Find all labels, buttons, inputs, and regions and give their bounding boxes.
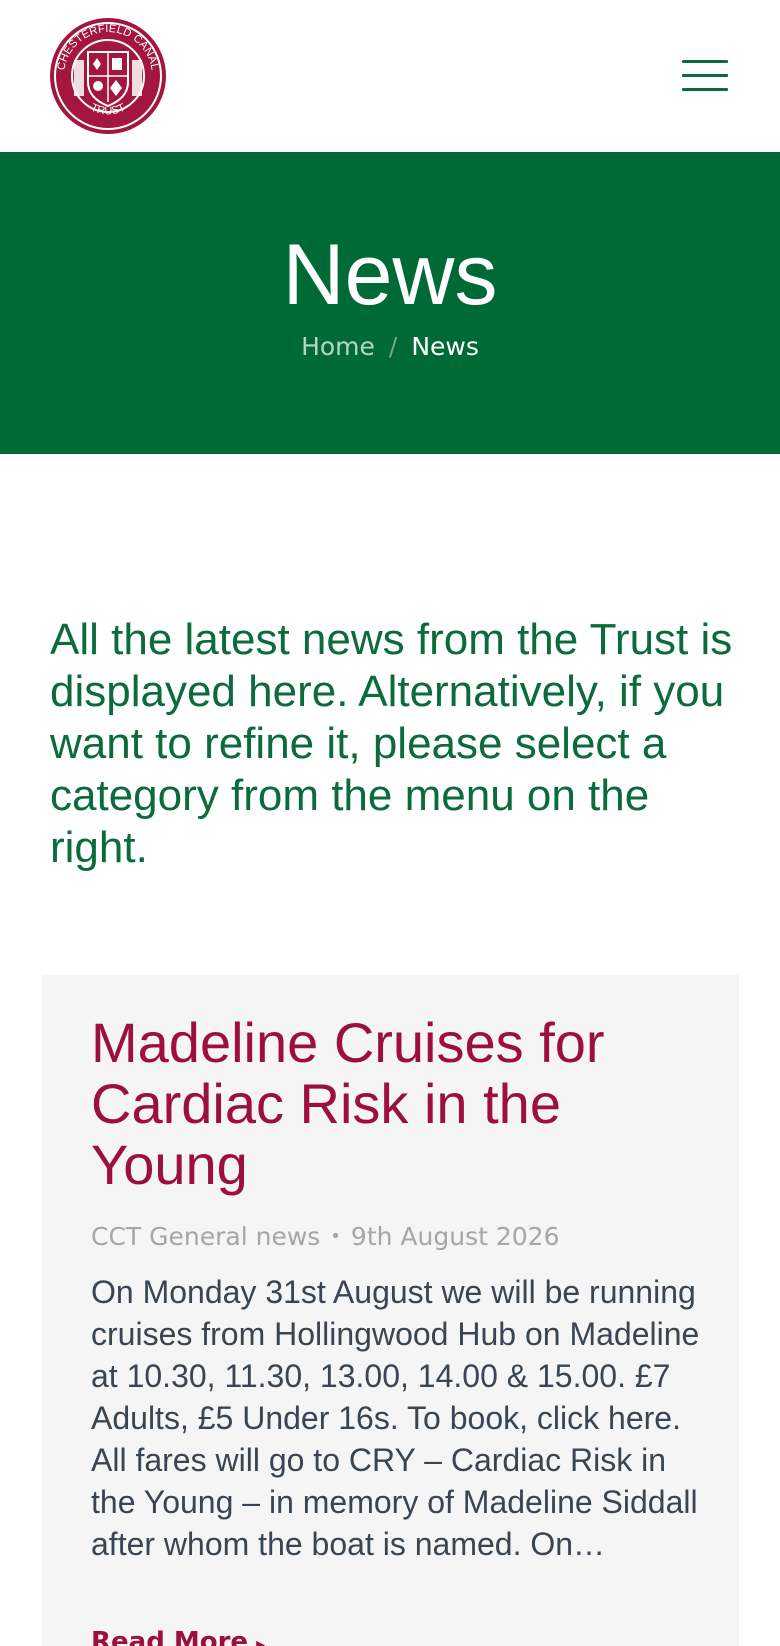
hamburger-menu-icon[interactable]	[682, 58, 728, 94]
hamburger-line	[682, 60, 728, 63]
post-date: 9th August 2026	[350, 1222, 560, 1251]
post-meta: CCT General news • 9th August 2026	[91, 1222, 691, 1251]
hamburger-line	[682, 74, 728, 77]
breadcrumb-home-link[interactable]: Home	[301, 332, 375, 361]
post-excerpt: On Monday 31st August we will be running…	[91, 1274, 700, 1562]
read-more-link[interactable]: Read More ▸	[91, 1627, 265, 1646]
breadcrumb-separator: /	[388, 332, 398, 361]
post-title-link[interactable]: Madeline Cruises for Cardiac Risk in the…	[91, 1012, 651, 1195]
read-more-label: Read More	[91, 1627, 249, 1646]
post-card: Madeline Cruises for Cardiac Risk in the…	[42, 975, 739, 1646]
page-title: News	[282, 227, 498, 323]
hamburger-line	[682, 88, 728, 91]
logo-emblem-icon: CHESTERFIELD CANAL TRUST	[50, 18, 166, 134]
site-logo[interactable]: CHESTERFIELD CANAL TRUST	[48, 16, 168, 136]
post-category-link[interactable]: CCT General news	[91, 1222, 320, 1251]
chevron-right-icon: ▸	[256, 1634, 266, 1646]
meta-separator-dot: •	[330, 1226, 341, 1247]
breadcrumb: Home / News	[0, 332, 780, 361]
intro-text: All the latest news from the Trust is di…	[50, 615, 733, 872]
breadcrumb-current: News	[411, 332, 479, 361]
page-title-banner: News Home / News	[0, 152, 780, 454]
site-header: CHESTERFIELD CANAL TRUST	[0, 0, 780, 152]
